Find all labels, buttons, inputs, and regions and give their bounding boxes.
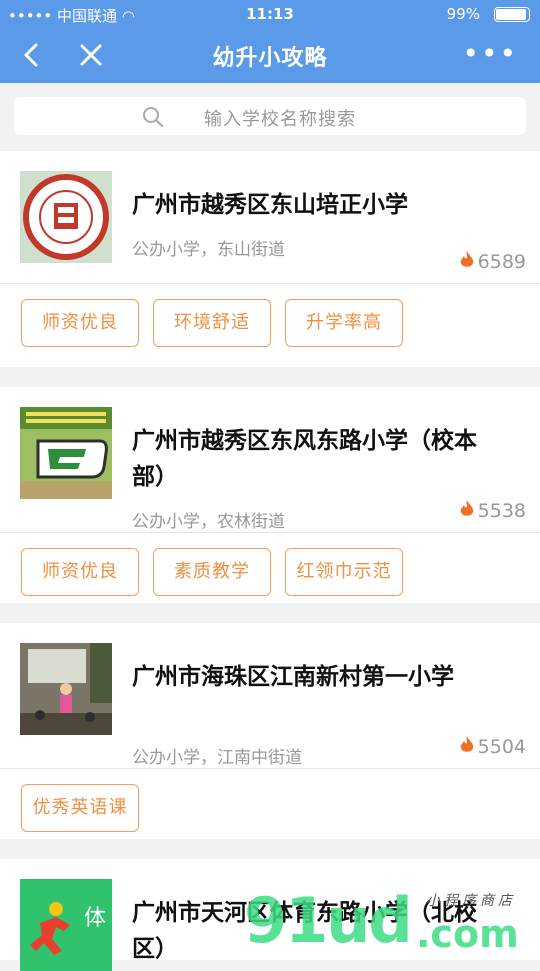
tag[interactable]: 环境舒适 [153,299,271,347]
popularity-count: 6589 [477,251,526,273]
school-logo: 体 [20,879,112,971]
school-desc: 公办小学，江南中街道 [132,748,302,768]
school-logo [20,171,112,263]
watermark-small: 小程序商店 [426,893,516,909]
school-name: 广州市越秀区东山培正小学 [132,192,408,218]
nav-bar: 幼升小攻略 ••• [0,28,540,83]
watermark: 91ud 小程序商店 .com [230,880,540,960]
popularity: 5538 [459,499,526,522]
divider [0,768,540,769]
search-area: 输入学校名称搜索 [0,83,540,148]
school-card[interactable]: 广州市海珠区江南新村第一小学 公办小学，江南中街道 5504 优秀英语课 [0,623,540,839]
school-name: 广州市海珠区江南新村第一小学 [132,664,454,690]
school-card[interactable]: 广州市越秀区东山培正小学 公办小学，东山街道 6589 师资优良 环境舒适 升学… [0,151,540,367]
divider [0,532,540,533]
popularity-count: 5504 [477,736,526,758]
school-logo [20,407,112,499]
page-title: 幼升小攻略 [212,46,328,71]
tag[interactable]: 素质教学 [153,548,271,596]
watermark-suffix: .com [416,912,519,956]
battery-percent: 99% [446,5,480,23]
watermark-main: 91ud [244,884,413,957]
search-input[interactable]: 输入学校名称搜索 [14,97,526,135]
school-desc: 公办小学，东山街道 [132,240,285,260]
popularity: 5504 [459,735,526,758]
search-icon [143,107,163,127]
svg-text:体: 体 [84,906,106,931]
popularity-count: 5538 [477,500,526,522]
tag[interactable]: 升学率高 [285,299,403,347]
tag[interactable]: 师资优良 [21,299,139,347]
fire-icon [460,251,473,267]
fire-icon [460,736,473,752]
tag[interactable]: 红领巾示范 [285,548,403,596]
school-desc: 公办小学，农林街道 [132,512,285,532]
popularity: 6589 [459,250,526,273]
school-photo [20,643,112,735]
tag[interactable]: 优秀英语课 [21,784,139,832]
more-menu-icon[interactable]: ••• [462,40,518,68]
tag[interactable]: 师资优良 [21,548,139,596]
fire-icon [460,500,473,516]
search-placeholder: 输入学校名称搜索 [204,109,356,130]
school-card[interactable]: 广州市越秀区东风东路小学（校本部） 公办小学，农林街道 5538 师资优良 素质… [0,387,540,603]
battery-icon [494,7,530,22]
divider [0,283,540,284]
status-bar: ••••• 中国联通 ◠ 11:13 99% [0,0,540,28]
school-name: 广州市越秀区东风东路小学（校本部） [132,428,477,490]
